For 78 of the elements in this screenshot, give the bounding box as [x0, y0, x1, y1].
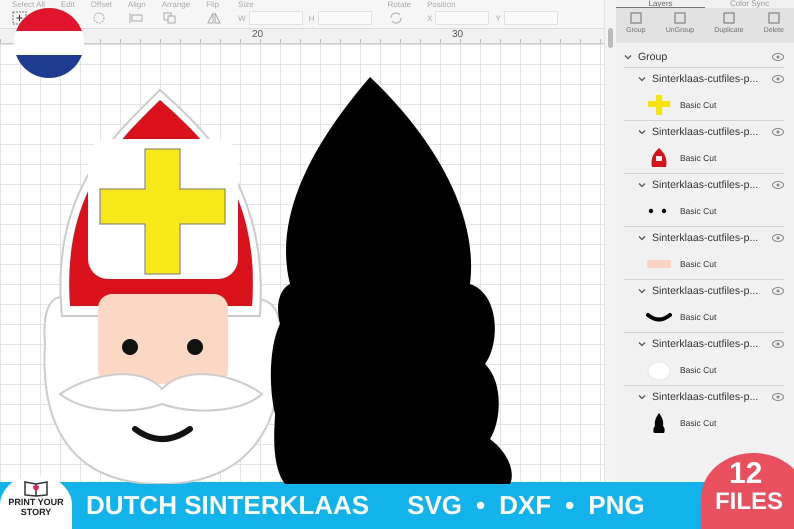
toolbar-label: Align — [128, 0, 146, 9]
arrange-icon[interactable] — [162, 11, 178, 25]
action-icon — [720, 11, 737, 25]
bullet-separator: • — [565, 490, 574, 521]
layer-name[interactable]: Sinterklaas-cutfiles-p... — [652, 179, 768, 191]
eye-icon[interactable] — [772, 128, 784, 136]
number-field[interactable] — [248, 11, 303, 25]
ruler-number: 20 — [251, 29, 264, 40]
chevron-icon[interactable] — [638, 182, 646, 188]
eye-icon[interactable] — [772, 393, 784, 401]
toolbar-label: Offset — [90, 0, 112, 9]
format-label: DXF — [499, 490, 552, 521]
chevron-icon[interactable] — [638, 76, 646, 82]
flip-icon[interactable] — [206, 11, 222, 25]
chevron-icon[interactable] — [638, 129, 646, 135]
format-label: PNG — [588, 490, 645, 521]
layer-name[interactable]: Sinterklaas-cutfiles-p... — [652, 126, 768, 138]
toolbar-label: Edit — [60, 0, 75, 9]
toolbar-label: Flip — [206, 0, 220, 9]
dots-thumbnail-icon — [648, 208, 666, 214]
field-label: X — [427, 14, 432, 22]
eye-icon[interactable] — [772, 287, 784, 295]
eye-icon[interactable] — [772, 181, 784, 189]
silhouette-thumbnail-icon — [653, 413, 665, 433]
select-all-icon[interactable] — [12, 11, 28, 25]
chevron-icon[interactable] — [638, 288, 646, 294]
ruler-number: 30 — [451, 29, 464, 40]
field-label: H — [308, 14, 315, 22]
banner-title: DUTCH SINTERKLAAS — [86, 490, 370, 521]
field-label: W — [238, 14, 246, 22]
eye-icon[interactable] — [772, 75, 784, 83]
field-label: Y — [495, 14, 501, 22]
cut-type-label: Basic Cut — [680, 153, 716, 163]
cut-type-label: Basic Cut — [680, 206, 716, 216]
format-label: SVG — [407, 490, 462, 521]
layer-name[interactable]: Sinterklaas-cutfiles-p... — [652, 73, 768, 85]
align-icon[interactable] — [128, 11, 144, 25]
eye-icon[interactable] — [772, 53, 784, 61]
number-field[interactable] — [504, 11, 558, 25]
number-field[interactable] — [435, 11, 490, 25]
action-icon — [672, 11, 688, 25]
cut-type-label: Basic Cut — [680, 312, 716, 322]
toolbar-label: Select All — [12, 0, 45, 9]
file-count-label: FILES — [715, 489, 784, 515]
chevron-icon[interactable] — [624, 54, 632, 60]
eye-icon[interactable] — [772, 234, 784, 242]
action-icon — [766, 11, 782, 25]
cut-type-label: Basic Cut — [680, 259, 716, 269]
curve-thumbnail-icon — [646, 313, 672, 322]
book-heart-icon — [23, 479, 49, 497]
cut-type-label: Basic Cut — [680, 365, 716, 375]
scrollbar-thumb[interactable] — [608, 28, 613, 48]
face-thumbnail-icon — [647, 260, 671, 268]
chevron-icon[interactable] — [638, 235, 646, 241]
layer-name[interactable]: Sinterklaas-cutfiles-p... — [652, 285, 768, 297]
mitre-thumbnail-icon — [652, 148, 666, 167]
logo-text: PRINT YOUR STORY — [7, 497, 65, 517]
eye-icon[interactable] — [772, 340, 784, 348]
cross-thumbnail-icon — [648, 95, 670, 115]
chevron-icon[interactable] — [638, 341, 646, 347]
file-count: 12 — [728, 459, 762, 489]
layer-name[interactable]: Sinterklaas-cutfiles-p... — [652, 338, 768, 350]
layer-name[interactable]: Sinterklaas-cutfiles-p... — [652, 232, 768, 244]
toolbar-label: Arrange — [162, 0, 190, 9]
cut-type-label: Basic Cut — [680, 100, 716, 110]
bullet-separator: • — [476, 490, 486, 521]
chevron-icon[interactable] — [638, 394, 646, 400]
offset-icon[interactable] — [90, 11, 107, 25]
action-icon — [628, 11, 644, 25]
layer-name[interactable]: Sinterklaas-cutfiles-p... — [652, 391, 768, 403]
toolbar-label: Position — [427, 0, 457, 9]
toolbar-label: Rotate — [388, 0, 412, 9]
cut-type-label: Basic Cut — [680, 418, 716, 428]
rotate-icon[interactable] — [388, 11, 404, 25]
number-field[interactable] — [318, 11, 372, 25]
layer-group-name[interactable]: Group — [638, 51, 768, 63]
beard-thumbnail-icon — [648, 362, 670, 380]
toolbar-label: Size — [238, 0, 255, 9]
